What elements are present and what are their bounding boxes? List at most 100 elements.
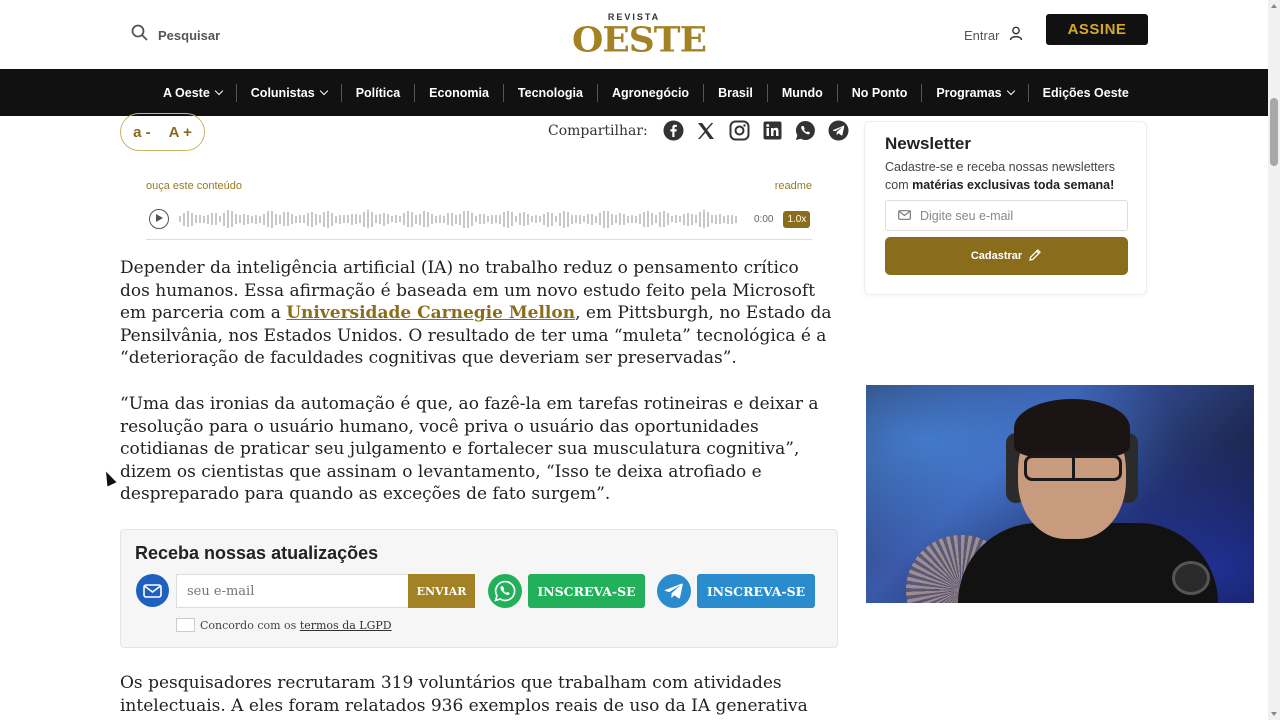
university-link[interactable]: Universidade Carnegie Mellon [286, 303, 575, 323]
nav-item-label: A Oeste [163, 85, 210, 100]
waveform-bar [395, 215, 397, 223]
nav-item-economia[interactable]: Economia [415, 83, 504, 102]
play-icon[interactable] [149, 209, 169, 229]
main-nav: A Oeste Colunistas Política Economia Tec… [0, 69, 1268, 116]
waveform-bar [431, 214, 433, 224]
waveform-bar [463, 210, 465, 228]
waveform-bar [543, 213, 545, 225]
whatsapp-icon[interactable] [488, 574, 522, 608]
nav-item-label: Agronegócio [611, 85, 690, 100]
waveform-bar [375, 215, 377, 223]
consent-text: Concordo com os termos da LGPD [200, 619, 392, 632]
waveform-bar [407, 211, 409, 227]
subscribe-button[interactable]: ASSINE [1046, 14, 1148, 45]
font-decrease-button[interactable]: a - [133, 124, 151, 141]
whatsapp-icon[interactable] [795, 120, 816, 141]
scroll-down-arrow-icon[interactable] [1271, 712, 1277, 716]
chevron-down-icon [319, 86, 328, 96]
waveform-bar [631, 215, 633, 223]
waveform-bar [259, 215, 261, 223]
waveform-bar [295, 215, 297, 223]
waveform-bar [723, 215, 725, 223]
waveform-bar [411, 211, 413, 227]
facebook-icon[interactable] [663, 120, 684, 141]
nav-item-brasil[interactable]: Brasil [704, 83, 768, 102]
waveform-bar [595, 215, 597, 223]
waveform-bar [567, 211, 569, 227]
telegram-icon[interactable] [828, 120, 849, 141]
share-bar: Compartilhar: [548, 120, 849, 141]
waveform-bar [603, 210, 605, 228]
webcam-person-hair [1014, 399, 1130, 457]
instagram-icon[interactable] [729, 120, 750, 141]
microphone-icon [1172, 561, 1210, 595]
nav-item-programas[interactable]: Programas [922, 83, 1029, 102]
lgpd-checkbox[interactable] [176, 618, 195, 632]
site-logo[interactable]: REVISTA OESTE [572, 12, 707, 60]
font-increase-button[interactable]: A + [169, 124, 192, 141]
waveform-bar [699, 211, 701, 227]
article-paragraph: Os pesquisadores recrutaram 319 voluntár… [120, 673, 808, 720]
logo-main-text: OESTE [572, 20, 707, 60]
x-icon[interactable] [696, 120, 717, 141]
waveform-bar [639, 214, 641, 224]
linkedin-icon[interactable] [762, 120, 783, 141]
nav-item-agronegocio[interactable]: Agronegócio [598, 83, 705, 102]
scroll-up-arrow-icon[interactable] [1271, 4, 1277, 8]
nav-item-mundo[interactable]: Mundo [768, 83, 838, 102]
waveform-bar [179, 216, 181, 222]
waveform-bar [219, 216, 221, 222]
waveform-bar [651, 213, 653, 225]
waveform-bar [399, 216, 401, 222]
lgpd-terms-link[interactable]: termos da LGPD [300, 619, 392, 632]
waveform-bar [459, 213, 461, 225]
pencil-icon [1028, 248, 1042, 265]
font-size-control: a - A + [120, 113, 205, 151]
scrollbar-thumb[interactable] [1270, 98, 1278, 166]
telegram-subscribe-button[interactable]: INSCREVA-SE [697, 574, 815, 608]
waveform-bar [663, 211, 665, 227]
waveform-bar [343, 215, 345, 223]
waveform-bar [195, 215, 197, 223]
search-button[interactable]: Pesquisar [131, 24, 220, 46]
waveform-bar [643, 211, 645, 227]
article-paragraph: Depender da inteligência artificial (IA)… [120, 257, 832, 370]
updates-title: Receba nossas atualizações [135, 543, 379, 563]
waveform-bar [627, 215, 629, 223]
waveform-bar [539, 216, 541, 222]
waveform-bar [715, 214, 717, 224]
nav-item-a-oeste[interactable]: A Oeste [149, 83, 237, 102]
waveform-bar [323, 211, 325, 227]
waveform-bar [199, 215, 201, 223]
waveform-bar [247, 214, 249, 224]
waveform-bar [451, 212, 453, 226]
waveform-bar [435, 215, 437, 223]
whatsapp-subscribe-button[interactable]: INSCREVA-SE [528, 574, 645, 608]
audio-waveform[interactable] [179, 208, 745, 230]
updates-send-button[interactable]: ENVIAR [408, 574, 475, 608]
nav-item-no-ponto[interactable]: No Ponto [838, 83, 923, 102]
page-scrollbar[interactable] [1268, 0, 1280, 720]
waveform-bar [691, 213, 693, 225]
telegram-icon[interactable] [657, 574, 691, 608]
audio-brand-label[interactable]: readme [775, 180, 812, 192]
waveform-bar [703, 210, 705, 228]
waveform-bar [515, 216, 517, 222]
nav-item-edicoes-oeste[interactable]: Edições Oeste [1029, 84, 1143, 102]
newsletter-submit-button[interactable]: Cadastrar [885, 237, 1128, 275]
waveform-bar [467, 210, 469, 228]
newsletter-email-input[interactable]: Digite seu e-mail [885, 200, 1128, 231]
waveform-bar [403, 213, 405, 225]
waveform-bar [559, 212, 561, 226]
updates-email-input[interactable] [176, 574, 409, 608]
waveform-bar [443, 215, 445, 223]
playback-speed-button[interactable]: 1.0x [783, 210, 811, 228]
waveform-bar [383, 212, 385, 226]
nav-item-tecnologia[interactable]: Tecnologia [504, 83, 598, 102]
login-button[interactable]: Entrar [964, 26, 1023, 44]
nav-item-colunistas[interactable]: Colunistas [237, 83, 342, 102]
waveform-bar [207, 214, 209, 224]
waveform-bar [659, 211, 661, 227]
waveform-bar [675, 215, 677, 223]
nav-item-politica[interactable]: Política [342, 83, 416, 102]
